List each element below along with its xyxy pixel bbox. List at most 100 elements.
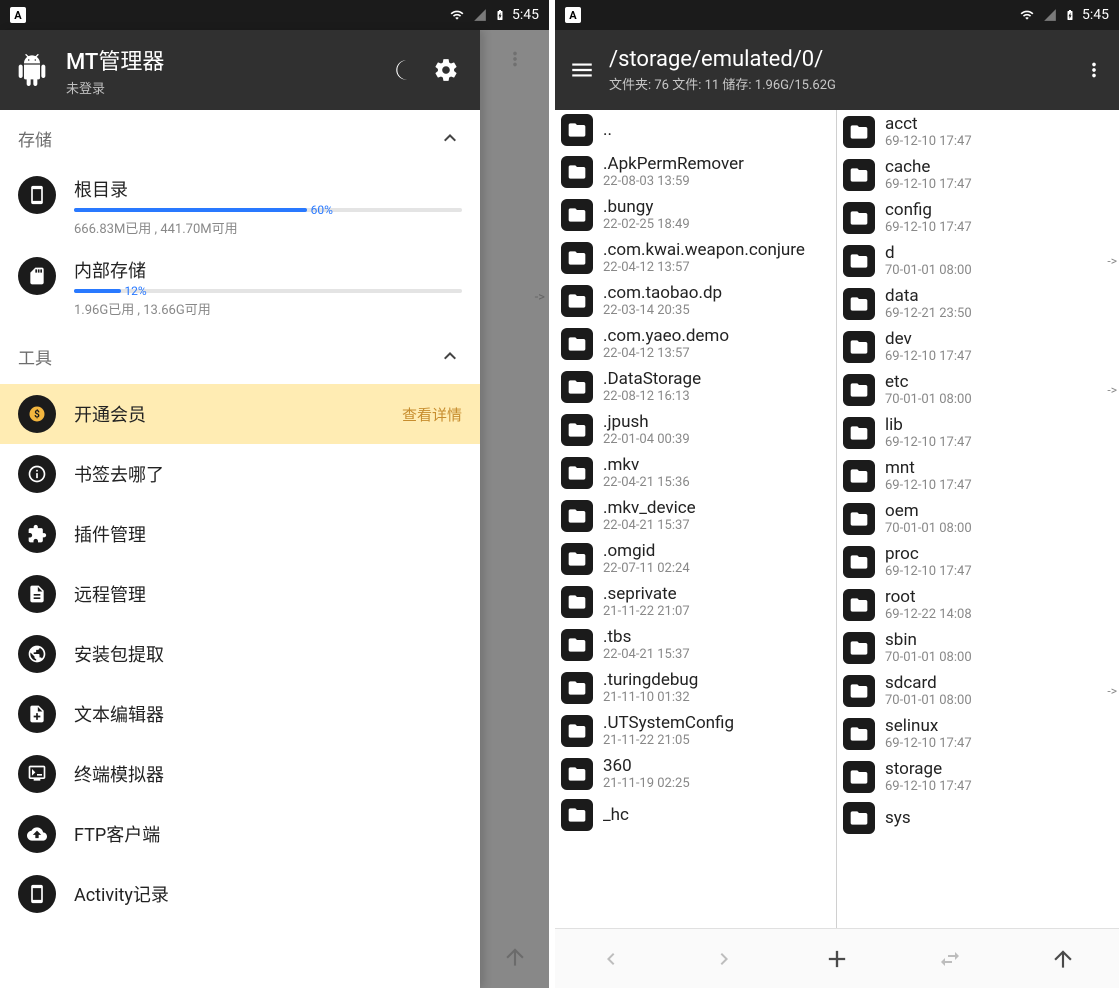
bottom-toolbar	[555, 928, 1119, 988]
file-row[interactable]: sdcard70-01-01 08:00->	[837, 669, 1119, 712]
coin-icon: $	[18, 395, 56, 433]
wifi-icon	[448, 8, 466, 22]
file-row[interactable]: .com.yaeo.demo22-04-12 13:57	[555, 322, 836, 365]
tool-item[interactable]: 远程管理	[0, 564, 480, 624]
folder-icon	[561, 242, 593, 274]
file-row[interactable]: .ApkPermRemover22-08-03 13:59	[555, 150, 836, 193]
file-row[interactable]: .mkv_device22-04-21 15:37	[555, 494, 836, 537]
file-row[interactable]: .mkv22-04-21 15:36	[555, 451, 836, 494]
tool-item[interactable]: 插件管理	[0, 504, 480, 564]
file-row[interactable]: .omgid22-07-11 02:24	[555, 537, 836, 580]
file-row[interactable]: sys	[837, 798, 1119, 838]
file-row[interactable]: config69-12-10 17:47	[837, 196, 1119, 239]
up-arrow-icon[interactable]	[1041, 937, 1085, 981]
path-text[interactable]: /storage/emulated/0/	[609, 47, 1083, 72]
dark-mode-icon[interactable]	[386, 50, 426, 90]
tool-item[interactable]: 文本编辑器	[0, 684, 480, 744]
file-date: 22-04-12 13:57	[603, 346, 830, 361]
file-name: d	[885, 243, 1113, 263]
vip-badge: 查看详情	[402, 404, 462, 425]
file-row[interactable]: oem70-01-01 08:00	[837, 497, 1119, 540]
file-row[interactable]: 36021-11-19 02:25	[555, 752, 836, 795]
tool-item[interactable]: FTP客户端	[0, 804, 480, 864]
settings-icon[interactable]	[426, 50, 466, 90]
tool-item[interactable]: 终端模拟器	[0, 744, 480, 804]
file-date: 69-12-10 17:47	[885, 435, 1113, 450]
file-name: storage	[885, 759, 1113, 779]
tool-label: 安装包提取	[74, 641, 164, 667]
folder-icon	[843, 589, 875, 621]
tool-item[interactable]: 安装包提取	[0, 624, 480, 684]
file-row[interactable]: root69-12-22 14:08	[837, 583, 1119, 626]
folder-icon	[561, 672, 593, 704]
background-pane	[480, 30, 549, 988]
tool-label: FTP客户端	[74, 821, 160, 847]
tool-item[interactable]: 书签去哪了	[0, 444, 480, 504]
file-row[interactable]: storage69-12-10 17:47	[837, 755, 1119, 798]
tool-item[interactable]: Activity记录	[0, 864, 480, 924]
file-row[interactable]: selinux69-12-10 17:47	[837, 712, 1119, 755]
file-name: sbin	[885, 630, 1113, 650]
back-icon[interactable]	[589, 937, 633, 981]
up-arrow-icon[interactable]	[502, 944, 528, 970]
file-date: 22-04-21 15:37	[603, 518, 830, 533]
file-name: lib	[885, 415, 1113, 435]
symlink-indicator: ->	[1107, 254, 1117, 268]
file-row[interactable]: .DataStorage22-08-12 16:13	[555, 365, 836, 408]
file-row[interactable]: cache69-12-10 17:47	[837, 153, 1119, 196]
file-row[interactable]: d70-01-01 08:00->	[837, 239, 1119, 282]
file-row[interactable]: proc69-12-10 17:47	[837, 540, 1119, 583]
file-row[interactable]: sbin70-01-01 08:00	[837, 626, 1119, 669]
tool-vip[interactable]: $ 开通会员 查看详情	[0, 384, 480, 444]
tool-label: 终端模拟器	[74, 761, 164, 787]
file-row[interactable]: .com.taobao.dp22-03-14 20:35	[555, 279, 836, 322]
file-date: 70-01-01 08:00	[885, 521, 1113, 536]
file-date: 69-12-10 17:47	[885, 220, 1113, 235]
file-name: .seprivate	[603, 584, 830, 604]
chevron-up-icon	[438, 344, 462, 368]
file-row[interactable]: .turingdebug21-11-10 01:32	[555, 666, 836, 709]
file-row[interactable]: acct69-12-10 17:47	[837, 110, 1119, 153]
folder-icon	[561, 715, 593, 747]
file-name: .bungy	[603, 197, 830, 217]
file-row[interactable]: mnt69-12-10 17:47	[837, 454, 1119, 497]
file-row[interactable]: .com.kwai.weapon.conjure22-04-12 13:57	[555, 236, 836, 279]
folder-icon	[561, 414, 593, 446]
file-date: 70-01-01 08:00	[885, 693, 1113, 708]
storage-root[interactable]: 根目录 60% 666.83M已用 , 441.70M可用	[0, 166, 480, 247]
file-date: 69-12-10 17:47	[885, 564, 1113, 579]
progress-bar: 60%	[74, 208, 462, 212]
file-pane-right[interactable]: acct69-12-10 17:47cache69-12-10 17:47con…	[837, 110, 1119, 928]
terminal-icon	[18, 755, 56, 793]
file-row[interactable]: .seprivate21-11-22 21:07	[555, 580, 836, 623]
file-row[interactable]: .bungy22-02-25 18:49	[555, 193, 836, 236]
file-name: data	[885, 286, 1113, 306]
swap-icon[interactable]	[928, 937, 972, 981]
question-icon	[18, 455, 56, 493]
file-row[interactable]: .tbs22-04-21 15:37	[555, 623, 836, 666]
file-row[interactable]: .UTSystemConfig21-11-22 21:05	[555, 709, 836, 752]
menu-icon[interactable]	[569, 57, 595, 83]
file-pane-left[interactable]: ...ApkPermRemover22-08-03 13:59.bungy22-…	[555, 110, 837, 928]
file-date: 21-11-10 01:32	[603, 690, 830, 705]
tools-section-header[interactable]: 工具	[0, 328, 480, 384]
file-date: 22-03-14 20:35	[603, 303, 830, 318]
file-row[interactable]: lib69-12-10 17:47	[837, 411, 1119, 454]
storage-name: 根目录	[74, 176, 462, 202]
file-row[interactable]: .jpush22-01-04 00:39	[555, 408, 836, 451]
file-date: 22-04-21 15:37	[603, 647, 830, 662]
file-row[interactable]: _hc	[555, 795, 836, 835]
file-date: 70-01-01 08:00	[885, 392, 1113, 407]
overflow-icon[interactable]	[1083, 59, 1105, 81]
file-date: 22-07-11 02:24	[603, 561, 830, 576]
file-row[interactable]: ..	[555, 110, 836, 150]
status-time: 5:45	[1082, 7, 1109, 23]
overflow-icon[interactable]	[504, 48, 526, 70]
storage-internal[interactable]: 内部存储 12% 1.96G已用 , 13.66G可用	[0, 247, 480, 328]
file-row[interactable]: dev69-12-10 17:47	[837, 325, 1119, 368]
add-icon[interactable]	[815, 937, 859, 981]
forward-icon[interactable]	[702, 937, 746, 981]
file-row[interactable]: data69-12-21 23:50	[837, 282, 1119, 325]
file-row[interactable]: etc70-01-01 08:00->	[837, 368, 1119, 411]
storage-section-header[interactable]: 存储	[0, 110, 480, 166]
